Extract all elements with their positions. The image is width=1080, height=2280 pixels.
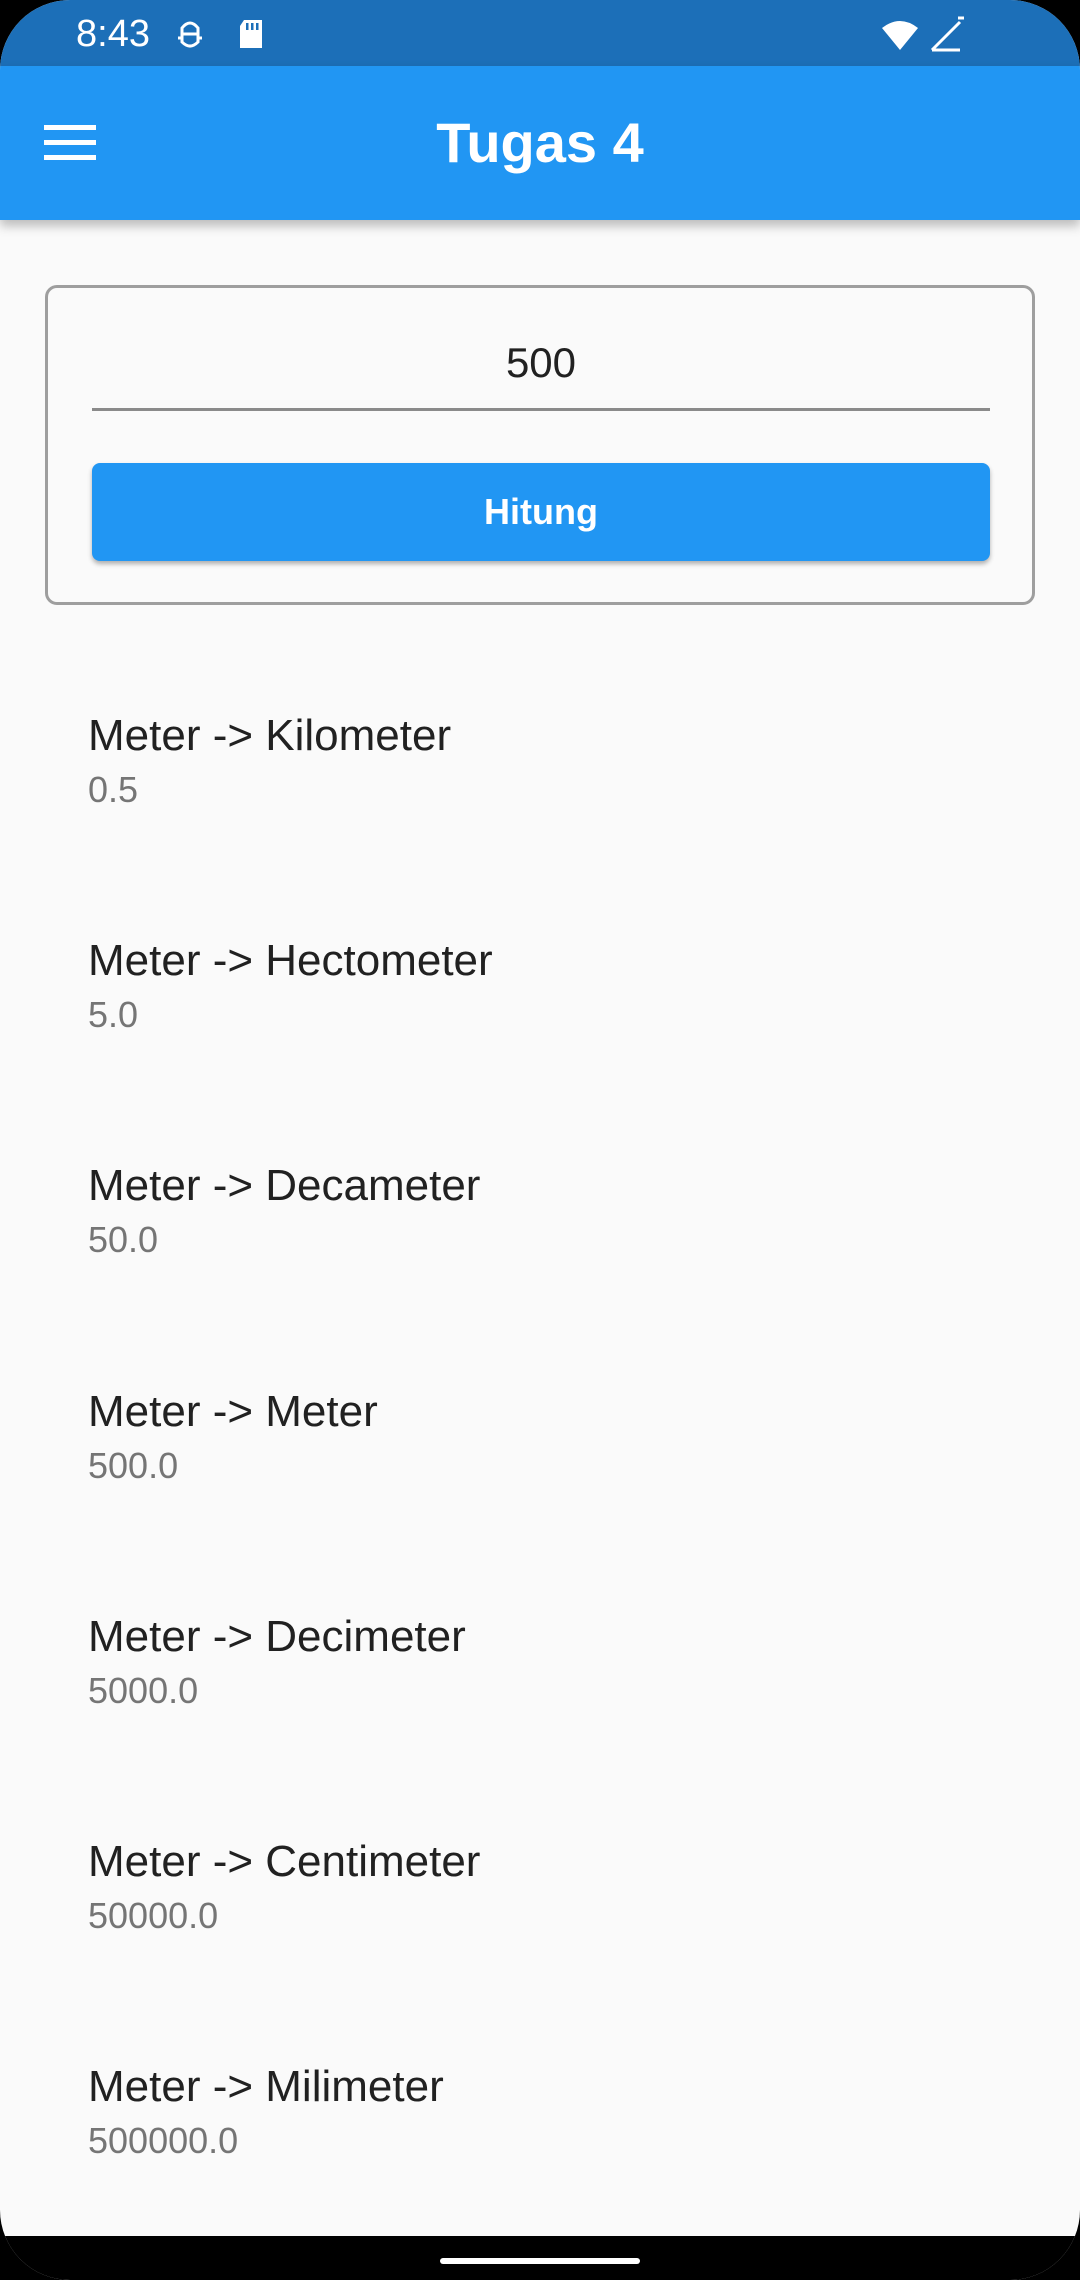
result-label: Meter -> Centimeter	[88, 1837, 481, 1886]
result-item: Meter -> Decameter 50.0	[88, 1160, 988, 1320]
result-label: Meter -> Decimeter	[88, 1612, 466, 1661]
result-value: 5000.0	[88, 1670, 199, 1711]
sd-card-icon	[240, 20, 262, 48]
result-value: 5.0	[88, 994, 139, 1035]
result-label: Meter -> Kilometer	[88, 711, 452, 760]
result-item: Meter -> Centimeter 50000.0	[88, 1836, 988, 1996]
result-value: 50.0	[88, 1219, 159, 1260]
app-screen: 8:43 Tugas 4 500 Hitung Meter -> Kilomet…	[0, 0, 1080, 2280]
app-bar: Tugas 4	[0, 66, 1080, 220]
result-value: 500000.0	[88, 2120, 239, 2161]
status-time: 8:43	[76, 13, 150, 55]
meter-input[interactable]	[92, 318, 990, 411]
result-value: 50000.0	[88, 1895, 219, 1936]
status-bar: 8:43	[0, 0, 1080, 66]
signal-icon	[930, 16, 964, 52]
result-item: Meter -> Hectometer 5.0	[88, 935, 988, 1095]
result-label: Meter -> Hectometer	[88, 936, 493, 985]
result-item: Meter -> Milimeter 500000.0	[88, 2061, 988, 2221]
result-item: Meter -> Decimeter 5000.0	[88, 1611, 988, 1771]
android-debug-icon	[178, 21, 202, 48]
result-item: Meter -> Meter 500.0	[88, 1386, 988, 1546]
result-label: Meter -> Meter	[88, 1387, 378, 1436]
result-value: 500.0	[88, 1445, 179, 1486]
home-indicator[interactable]	[440, 2258, 640, 2264]
input-card: Hitung	[45, 285, 1035, 605]
hitung-button[interactable]: Hitung	[92, 463, 990, 561]
navigation-bar	[0, 2236, 1080, 2280]
wifi-icon	[882, 21, 918, 50]
result-value: 0.5	[88, 769, 139, 810]
app-title: Tugas 4	[436, 111, 644, 174]
result-label: Meter -> Decameter	[88, 1161, 481, 1210]
result-item: Meter -> Kilometer 0.5	[88, 710, 988, 870]
result-label: Meter -> Milimeter	[88, 2062, 444, 2111]
